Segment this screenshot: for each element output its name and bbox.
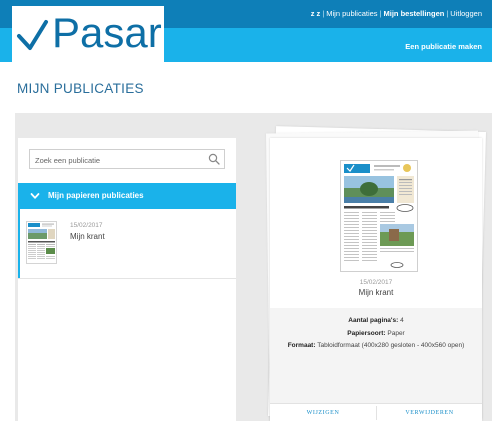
nav-link-mijn-bestellingen[interactable]: Mijn bestellingen xyxy=(384,9,445,18)
meta-format-label: Formaat: xyxy=(287,342,316,349)
meta-pages-value: 4 xyxy=(400,317,404,324)
selection-accent xyxy=(18,209,20,279)
folder-header[interactable]: Mijn papieren publicaties xyxy=(18,183,236,209)
meta-pages-label: Aantal pagina's: xyxy=(348,317,399,324)
newspaper-thumbnail-icon xyxy=(28,223,55,259)
publication-date: 15/02/2017 xyxy=(70,222,103,229)
logo[interactable]: Pasar xyxy=(12,6,164,62)
publication-thumbnail xyxy=(26,221,57,264)
top-nav: z z | Mijn publicaties | Mijn bestellingen | U… xyxy=(310,9,482,18)
meta-paper-label: Papiersoort: xyxy=(347,330,386,337)
detail-date: 15/02/2017 xyxy=(359,279,393,286)
user-name[interactable]: z z xyxy=(311,9,321,18)
chevron-down-icon xyxy=(30,193,40,199)
meta-paper: Papiersoort: Paper xyxy=(270,330,482,337)
meta-format-value: Tabloidformaat (400x280 gesloten - 400x5… xyxy=(317,342,465,349)
delete-button[interactable]: VERWIJDEREN xyxy=(377,404,482,421)
logo-mark-icon xyxy=(17,20,48,50)
nav-link-uitloggen[interactable]: Uitloggen xyxy=(450,9,482,18)
list-item[interactable]: 15/02/2017 Mijn krant xyxy=(18,209,236,279)
meta-paper-value: Paper xyxy=(387,330,405,337)
header: Pasar z z | Mijn publicaties | Mijn bestelli… xyxy=(0,0,492,62)
search-input[interactable] xyxy=(30,151,200,170)
detail-name: Mijn krant xyxy=(358,288,394,297)
newspaper-preview-icon xyxy=(344,164,414,268)
card-actions: WIJZIGEN VERWIJDEREN xyxy=(270,403,482,421)
meta-format: Formaat: Tabloidformaat (400x280 geslote… xyxy=(270,342,482,349)
nav-link-mijn-publicaties[interactable]: Mijn publicaties xyxy=(326,9,377,18)
folder-label: Mijn papieren publicaties xyxy=(48,191,144,200)
publication-list-panel: Mijn papieren publicaties xyxy=(18,138,236,421)
logo-text: Pasar xyxy=(52,9,162,56)
page-title: MIJN PUBLICATIES xyxy=(17,81,144,96)
search-field[interactable] xyxy=(29,149,225,170)
publication-preview[interactable] xyxy=(340,160,418,272)
edit-button[interactable]: WIJZIGEN xyxy=(270,404,376,421)
publication-name: Mijn krant xyxy=(70,232,105,241)
divider xyxy=(18,278,236,279)
search-icon[interactable] xyxy=(208,153,220,165)
publication-detail-card: 15/02/2017 Mijn krant Aantal pagina's: 4… xyxy=(270,138,482,421)
create-publication-link[interactable]: Een publicatie maken xyxy=(405,42,482,51)
meta-pages: Aantal pagina's: 4 xyxy=(270,317,482,324)
